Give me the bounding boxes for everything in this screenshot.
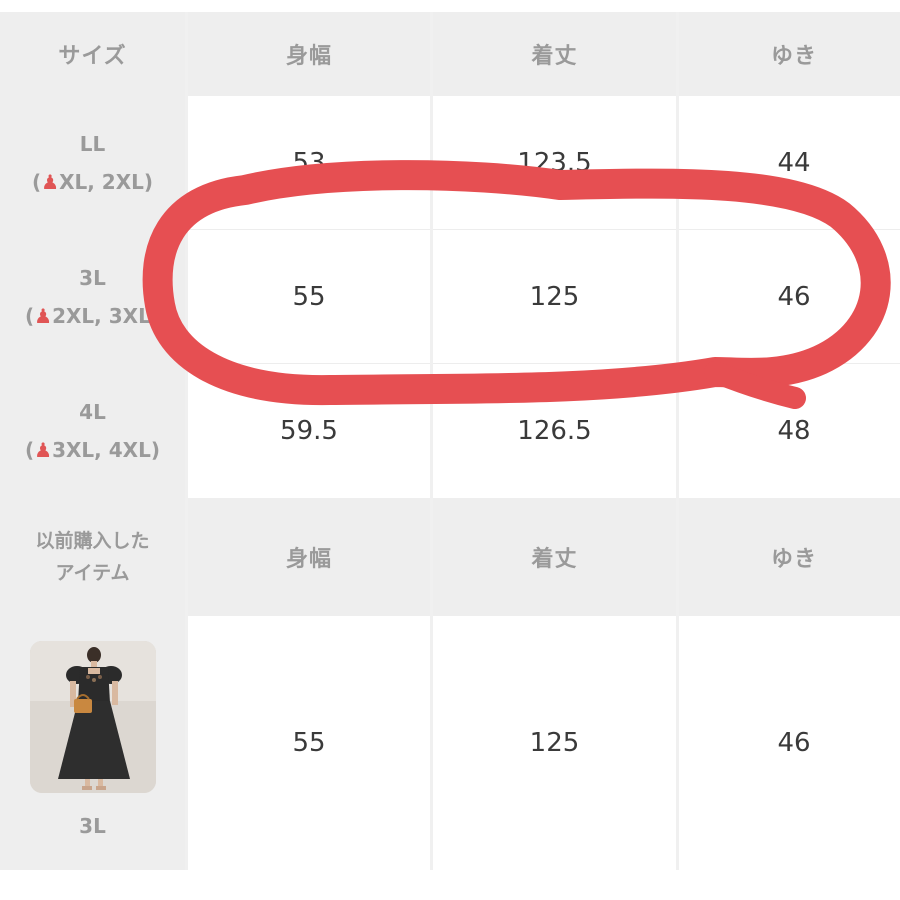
previous-value-width: 55 bbox=[188, 616, 430, 870]
previous-item-size: 3L bbox=[79, 814, 106, 838]
size-label-ll: LL (♟XL, 2XL) bbox=[0, 96, 185, 230]
person-icon: ♟ bbox=[34, 438, 53, 462]
value-width: 59.5 bbox=[188, 364, 430, 498]
size-fit: (♟2XL, 3XL) bbox=[25, 304, 160, 328]
previous-item-cell: 3L bbox=[0, 616, 185, 870]
value-width: 53 bbox=[188, 96, 430, 230]
value-sleeve: 46 bbox=[679, 230, 900, 364]
size-fit: (♟XL, 2XL) bbox=[31, 170, 154, 194]
value-length: 125 bbox=[433, 230, 676, 364]
previous-header-sleeve: ゆき bbox=[679, 498, 900, 616]
person-icon: ♟ bbox=[41, 170, 60, 194]
header-length: 着丈 bbox=[433, 12, 676, 96]
value-length: 126.5 bbox=[433, 364, 676, 498]
product-photo[interactable] bbox=[29, 641, 156, 793]
previous-item-label: 以前購入した アイテム bbox=[0, 498, 185, 616]
value-sleeve: 48 bbox=[679, 364, 900, 498]
size-name: 4L bbox=[79, 400, 106, 424]
person-icon: ♟ bbox=[34, 304, 53, 328]
header-size: サイズ bbox=[0, 12, 185, 96]
header-sleeve: ゆき bbox=[679, 12, 900, 96]
size-fit: (♟3XL, 4XL) bbox=[25, 438, 160, 462]
previous-value-length: 125 bbox=[433, 616, 676, 870]
size-label-4l: 4L (♟3XL, 4XL) bbox=[0, 364, 185, 498]
header-width: 身幅 bbox=[188, 12, 430, 96]
value-width: 55 bbox=[188, 230, 430, 364]
size-name: LL bbox=[79, 132, 106, 156]
value-length: 123.5 bbox=[433, 96, 676, 230]
size-label-3l: 3L (♟2XL, 3XL) bbox=[0, 230, 185, 364]
previous-header-width: 身幅 bbox=[188, 498, 430, 616]
previous-value-sleeve: 46 bbox=[679, 616, 900, 870]
value-sleeve: 44 bbox=[679, 96, 900, 230]
size-name: 3L bbox=[79, 266, 106, 290]
previous-header-length: 着丈 bbox=[433, 498, 676, 616]
size-table: サイズ 身幅 着丈 ゆき LL (♟XL, 2XL) 53 123.5 44 3… bbox=[0, 12, 900, 870]
